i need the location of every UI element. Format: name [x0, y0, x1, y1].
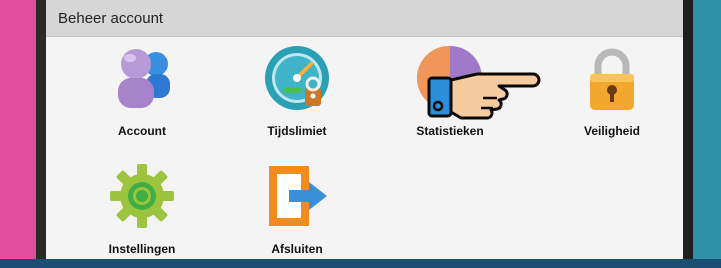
- window-title: Beheer account: [58, 10, 164, 27]
- pointing-hand-icon: [427, 72, 541, 120]
- tile-label: Instellingen: [108, 242, 176, 256]
- gear-icon: [110, 164, 174, 228]
- padlock-icon: [590, 48, 634, 110]
- user-accounts-icon: [118, 49, 170, 108]
- tile-afsluiten[interactable]: Afsluiten: [227, 158, 367, 268]
- tile-label: Account: [118, 124, 166, 138]
- exit-door-icon: [269, 166, 327, 226]
- device-bezel-edge-right: [683, 0, 693, 259]
- tile-veiligheid[interactable]: Veiligheid: [542, 40, 682, 150]
- device-bezel-edge-left: [36, 0, 46, 259]
- timer-gauge-icon: [265, 46, 329, 110]
- app-screen: Beheer account Account Tijdslimiet Stati…: [46, 0, 683, 259]
- device-bezel-right: [690, 0, 721, 259]
- tile-account[interactable]: Account: [72, 40, 212, 150]
- tile-label: Veiligheid: [583, 124, 640, 138]
- tile-tijdslimiet[interactable]: Tijdslimiet: [227, 40, 367, 150]
- tile-label: Statistieken: [416, 124, 484, 138]
- tile-label: Tijdslimiet: [267, 124, 327, 138]
- title-bar: Beheer account: [46, 0, 683, 37]
- tile-label: Afsluiten: [271, 242, 323, 256]
- tile-instellingen[interactable]: Instellingen: [72, 158, 212, 268]
